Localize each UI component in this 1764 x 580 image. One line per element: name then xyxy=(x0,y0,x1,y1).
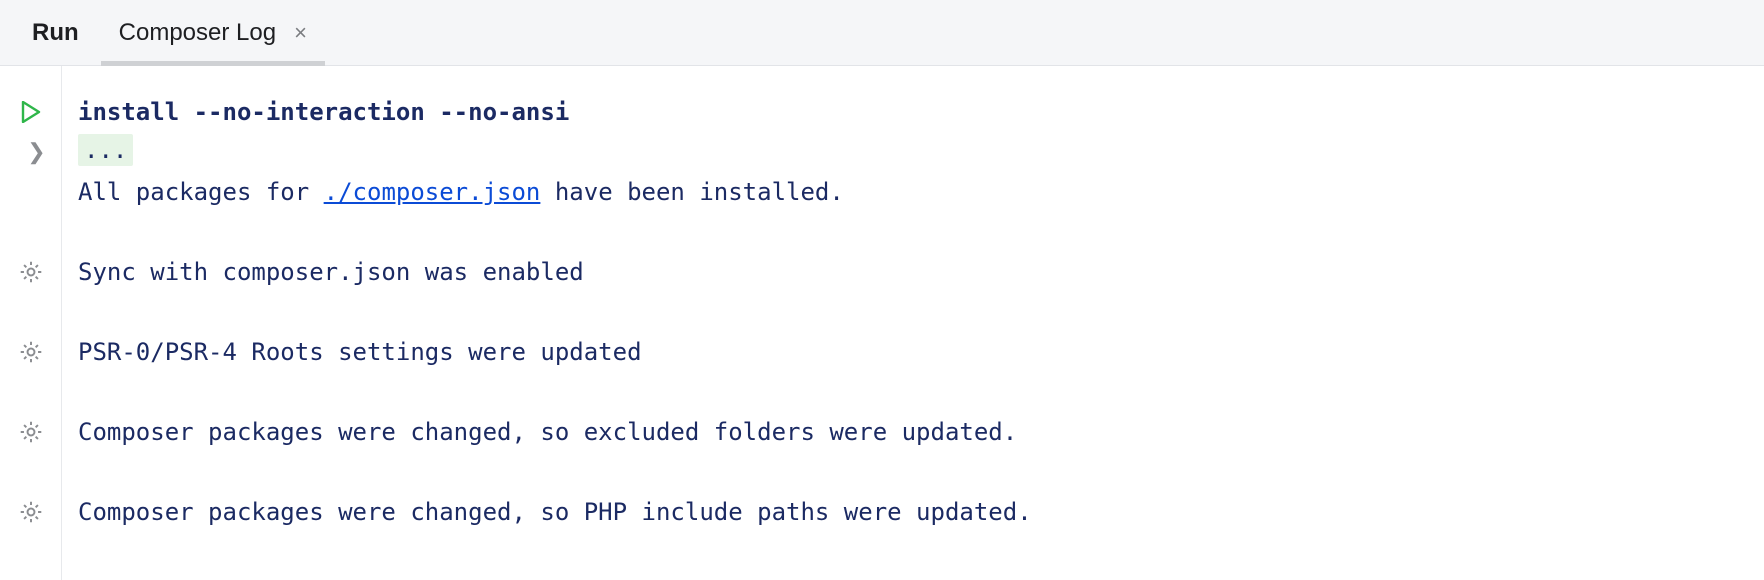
blank-line xyxy=(78,452,1744,492)
fold-marker[interactable]: ... xyxy=(78,134,133,166)
tab-run[interactable]: Run xyxy=(14,0,97,65)
console-fold-line: ... xyxy=(78,132,1744,172)
tab-composer-log[interactable]: Composer Log × xyxy=(101,0,325,65)
blank-line xyxy=(78,212,1744,252)
composer-json-link[interactable]: ./composer.json xyxy=(324,178,541,206)
tab-bar: Run Composer Log × xyxy=(0,0,1764,66)
console-output: install --no-interaction --no-ansi ... A… xyxy=(62,66,1764,580)
blank-line xyxy=(78,372,1744,412)
console-body: ❯ xyxy=(0,66,1764,580)
gear-icon[interactable] xyxy=(18,339,44,365)
gutter: ❯ xyxy=(0,66,62,580)
console-line-psr: PSR-0/PSR-4 Roots settings were updated xyxy=(78,332,1744,372)
close-icon[interactable]: × xyxy=(294,22,307,44)
tab-composer-label: Composer Log xyxy=(119,19,276,47)
text: All packages for xyxy=(78,178,324,206)
console-line-include: Composer packages were changed, so PHP i… xyxy=(78,492,1744,532)
gear-icon[interactable] xyxy=(18,259,44,285)
text: have been installed. xyxy=(540,178,843,206)
console-command: install --no-interaction --no-ansi xyxy=(78,92,1744,132)
chevron-right-icon[interactable]: ❯ xyxy=(27,141,45,163)
console-line-excluded: Composer packages were changed, so exclu… xyxy=(78,412,1744,452)
gear-icon[interactable] xyxy=(18,499,44,525)
console-line-sync: Sync with composer.json was enabled xyxy=(78,252,1744,292)
run-icon[interactable] xyxy=(21,101,41,123)
tab-run-label: Run xyxy=(32,19,79,47)
gear-icon[interactable] xyxy=(18,419,44,445)
console-line-packages: All packages for ./composer.json have be… xyxy=(78,172,1744,212)
blank-line xyxy=(78,292,1744,332)
